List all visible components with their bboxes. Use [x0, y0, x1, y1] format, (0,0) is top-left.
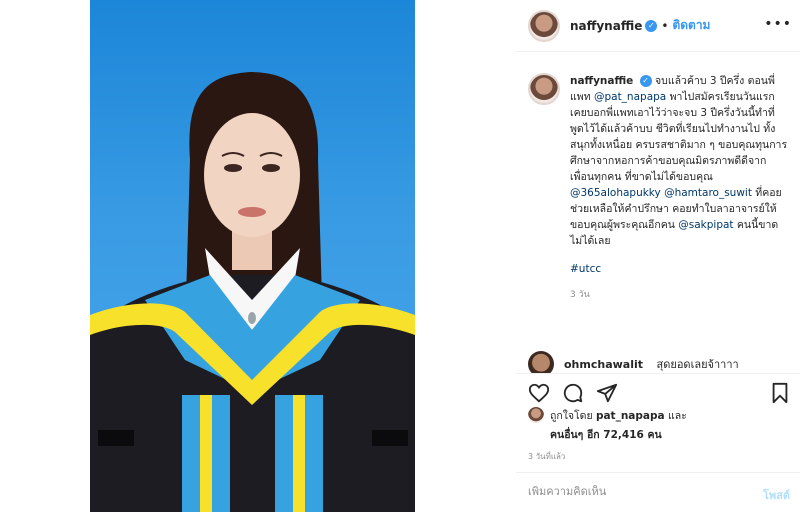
post-header: naffynaffie ✓ • ติดตาม •••	[516, 0, 800, 52]
instagram-post-view: naffynaffie ✓ • ติดตาม ••• naffynaffie ✓…	[0, 0, 800, 512]
verified-badge-icon: ✓	[639, 75, 652, 87]
mention-link[interactable]: @hamtaro_suwit	[664, 187, 752, 199]
more-options-icon[interactable]: •••	[764, 16, 792, 32]
caption-line-b: พาไปสมัครเรียนวันแรกเคยบอกพี่แพทเอาไว้ว่…	[570, 91, 788, 183]
post-comment-button[interactable]: โพสต์	[763, 486, 790, 504]
heart-icon[interactable]	[528, 382, 550, 404]
caption-username[interactable]: naffynaffie	[570, 75, 633, 87]
post-sidebar: naffynaffie ✓ • ติดตาม ••• naffynaffie ✓…	[516, 0, 800, 512]
caption-text: naffynaffie ✓ จบแล้วค้าบ 3 ปีครึ่ง ตอนพี…	[570, 73, 788, 303]
likes-text: ถูกใจโดย pat_napapa และ คนอื่นๆ อีก 72,4…	[550, 407, 687, 443]
comment-body: สุดยอดเลยจ้าาาา	[656, 358, 739, 371]
share-icon[interactable]	[596, 382, 618, 404]
add-comment-bar: โพสต์	[516, 472, 800, 512]
comments-section: naffynaffie ✓ จบแล้วค้าบ 3 ปีครึ่ง ตอนพี…	[516, 53, 800, 373]
comment-input[interactable]	[528, 485, 728, 498]
likes-prefix: ถูกใจโดย	[550, 410, 593, 422]
bookmark-icon[interactable]	[770, 382, 790, 404]
comment-icon[interactable]	[562, 382, 584, 404]
hashtag-link[interactable]: #utcc	[570, 261, 788, 277]
likes-count[interactable]: คนอื่นๆ อีก 72,416 คน	[550, 426, 687, 443]
caption-time: 3 วัน	[570, 290, 590, 300]
comment-avatar[interactable]	[528, 351, 554, 373]
liker-avatar[interactable]	[528, 407, 544, 423]
graduate-portrait-image	[90, 72, 415, 512]
comment-text: ohmchawalit สุดยอดเลยจ้าาาา	[564, 355, 739, 373]
caption-avatar[interactable]	[528, 73, 560, 105]
mention-link[interactable]: @365alohapukky	[570, 187, 661, 199]
comment-item: ohmchawalit สุดยอดเลยจ้าาาา	[528, 351, 739, 373]
separator-dot: •	[661, 18, 669, 33]
mention-link[interactable]: @sakpipat	[678, 219, 733, 231]
follow-button[interactable]: ติดตาม	[672, 16, 710, 35]
post-photo[interactable]	[90, 0, 415, 512]
likes-summary: ถูกใจโดย pat_napapa และ คนอื่นๆ อีก 72,4…	[528, 407, 687, 443]
post-date: 3 วันที่แล้ว	[528, 452, 566, 461]
comment-username[interactable]: ohmchawalit	[564, 358, 643, 371]
liker-username[interactable]: pat_napapa	[596, 410, 665, 422]
header-username[interactable]: naffynaffie	[570, 19, 642, 33]
verified-badge-icon: ✓	[645, 19, 658, 32]
avatar[interactable]	[528, 9, 560, 42]
mention-link[interactable]: @pat_napapa	[594, 91, 666, 103]
likes-suffix: และ	[667, 410, 687, 422]
caption: naffynaffie ✓ จบแล้วค้าบ 3 ปีครึ่ง ตอนพี…	[528, 73, 788, 303]
